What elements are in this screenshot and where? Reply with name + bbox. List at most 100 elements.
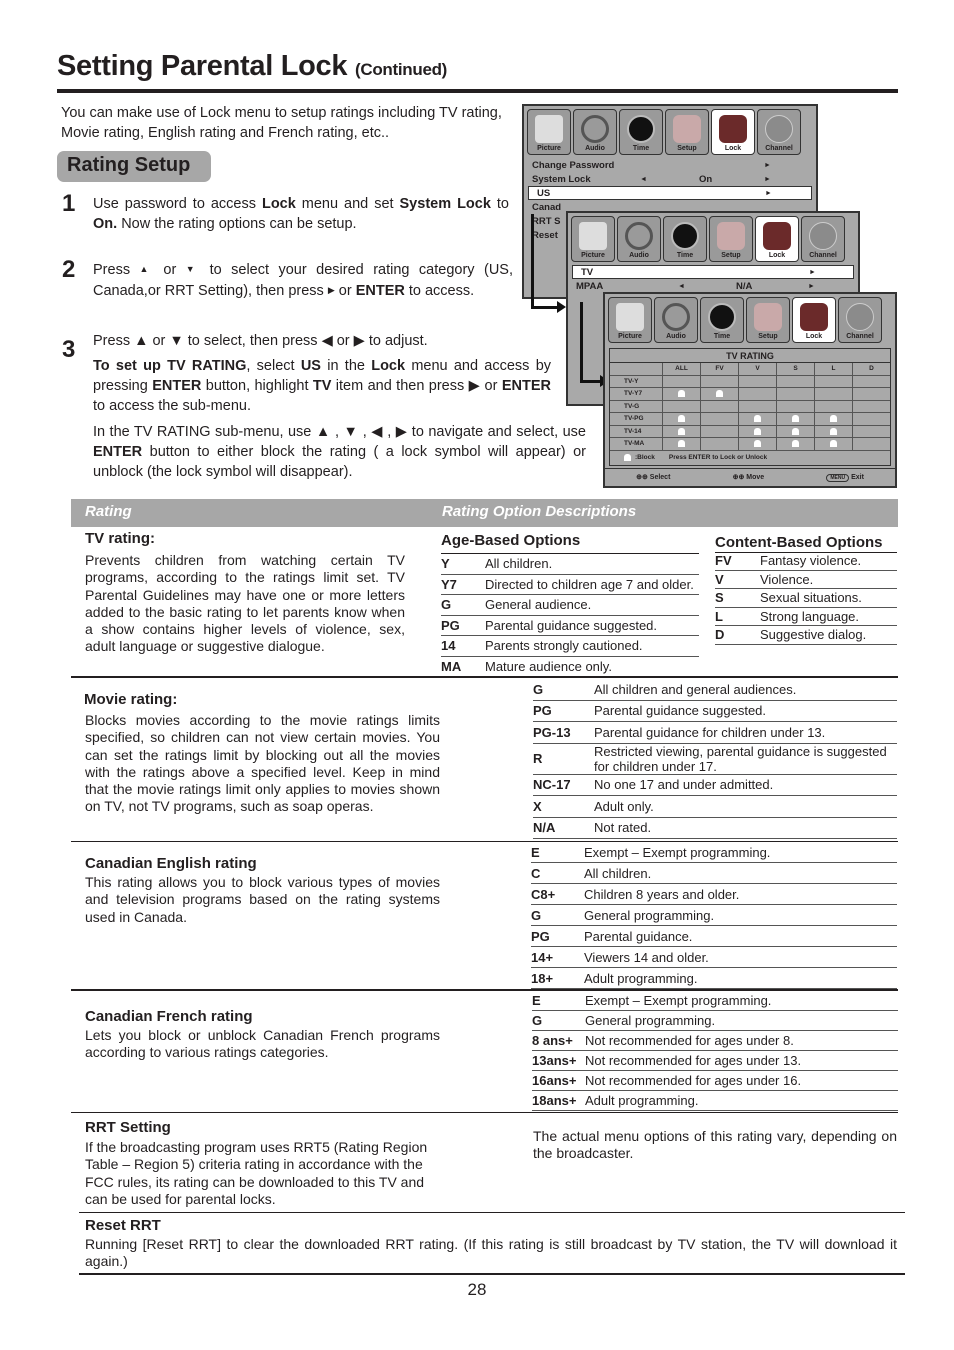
rating-cell[interactable] <box>814 388 852 400</box>
rating-cell[interactable] <box>700 388 738 400</box>
rating-cell[interactable] <box>852 375 890 387</box>
step-3-para-3: In the TV RATING sub-menu, use ▲ , ▼ , ◀… <box>93 422 586 482</box>
rating-cell[interactable] <box>776 438 814 450</box>
rating-cell[interactable] <box>852 400 890 412</box>
rating-cell[interactable] <box>662 400 700 412</box>
menu-item-mpaa[interactable]: MPAA ◄ N/A ► <box>568 279 858 293</box>
step-text: item and then press ▶ or <box>331 378 502 394</box>
picture-icon[interactable]: Picture <box>571 216 615 262</box>
footer-move: ⊕⊕ Move <box>733 473 765 481</box>
rating-cell[interactable] <box>814 400 852 412</box>
column-header: V <box>738 363 776 375</box>
time-icon[interactable]: Time <box>663 216 707 262</box>
rating-cell[interactable] <box>700 375 738 387</box>
rating-cell[interactable] <box>738 388 776 400</box>
audio-icon[interactable]: Audio <box>573 109 617 155</box>
menu-item-us[interactable]: US ► <box>528 186 812 200</box>
channel-icon[interactable]: Channel <box>801 216 845 262</box>
rating-option-row: 8 ans+ Not recommended for ages under 8. <box>532 1031 898 1051</box>
step-text: button, highlight <box>201 378 313 394</box>
corner-cell <box>610 363 662 375</box>
tv-rating-row: TV-Y <box>610 375 890 388</box>
rating-description: General programming. <box>584 907 715 923</box>
rating-cell[interactable] <box>814 413 852 425</box>
rating-cell[interactable] <box>662 413 700 425</box>
rating-cell[interactable] <box>700 400 738 412</box>
icon-label: Audio <box>585 145 605 152</box>
menu-item-system-lock[interactable]: System Lock ◄ On ► <box>524 172 816 186</box>
icon-label: Time <box>713 333 731 340</box>
content-based-heading: Content-Based Options <box>715 534 883 551</box>
rating-cell[interactable] <box>776 375 814 387</box>
rating-cell[interactable] <box>738 375 776 387</box>
rating-code: E <box>532 993 541 1008</box>
lock-icon <box>830 427 837 435</box>
menu-item-change-password[interactable]: Change Password ► <box>524 158 816 172</box>
footer-exit-label: Exit <box>851 473 864 481</box>
picture-icon[interactable]: Picture <box>608 297 652 343</box>
time-icon[interactable]: Time <box>700 297 744 343</box>
canadian-english-text: This rating allows you to block various … <box>85 874 440 925</box>
intro-text: You can make use of Lock menu to setup r… <box>61 105 502 141</box>
rating-option-row: 18+ Adult programming. <box>531 968 897 989</box>
setup-icon[interactable]: Setup <box>709 216 753 262</box>
lock-icon[interactable]: Lock <box>711 109 755 155</box>
rating-code: 14 <box>441 638 456 654</box>
channel-icon[interactable]: Channel <box>757 109 801 155</box>
rating-cell[interactable] <box>852 438 890 450</box>
rating-option-row: NC-17 No one 17 and under admitted. <box>533 775 897 796</box>
connector-line <box>580 302 583 382</box>
lock-icon <box>830 440 837 448</box>
channel-icon[interactable]: Channel <box>838 297 882 343</box>
rating-cell[interactable] <box>662 438 700 450</box>
rating-description: Children 8 years and older. <box>584 886 740 902</box>
menu-item-value: On <box>699 173 713 185</box>
lock-icon <box>678 390 685 398</box>
rating-cell[interactable] <box>738 438 776 450</box>
rating-cell[interactable] <box>738 425 776 437</box>
connector-line <box>531 214 534 308</box>
age-based-heading: Age-Based Options <box>441 532 581 549</box>
rating-cell[interactable] <box>776 413 814 425</box>
audio-icon[interactable]: Audio <box>654 297 698 343</box>
rating-cell[interactable] <box>814 438 852 450</box>
lock-icon[interactable]: Lock <box>755 216 799 262</box>
rating-cell[interactable] <box>662 388 700 400</box>
rating-cell[interactable] <box>700 438 738 450</box>
rating-description: All children. <box>584 865 652 881</box>
audio-icon[interactable]: Audio <box>617 216 661 262</box>
rating-cell[interactable] <box>700 425 738 437</box>
step-text: or <box>334 283 356 299</box>
rating-cell[interactable] <box>738 400 776 412</box>
canadian-english-list: E Exempt – Exempt programming. C All childr… <box>531 842 897 989</box>
rating-cell[interactable] <box>852 425 890 437</box>
setup-icon[interactable]: Setup <box>665 109 709 155</box>
lock-icon <box>830 415 837 423</box>
rating-cell[interactable] <box>776 425 814 437</box>
footer-select: ⊕⊕ Select <box>636 473 670 481</box>
rating-option-row: L Strong language. <box>715 608 897 626</box>
menu-item-tv[interactable]: TV ► <box>572 265 854 279</box>
rating-cell[interactable] <box>852 388 890 400</box>
tv-rating-body: ALL FV V S L D TV-Y TV-Y7 TV-G TV-PG TV-14 TV-MA <box>610 363 890 451</box>
menu-item-label: TV <box>581 266 594 278</box>
picture-icon[interactable]: Picture <box>527 109 571 155</box>
rating-cell[interactable] <box>776 388 814 400</box>
rating-cell[interactable] <box>662 375 700 387</box>
rating-cell[interactable] <box>700 413 738 425</box>
rating-cell[interactable] <box>738 413 776 425</box>
rating-code: Y <box>441 556 450 572</box>
column-header: ALL <box>662 363 700 375</box>
canadian-french-heading: Canadian French rating <box>85 1008 253 1025</box>
setup-icon[interactable]: Setup <box>746 297 790 343</box>
rating-cell[interactable] <box>662 425 700 437</box>
rating-code: 18+ <box>531 970 554 986</box>
icon-label: Channel <box>809 252 837 259</box>
rating-code: G <box>531 907 542 923</box>
rating-cell[interactable] <box>776 400 814 412</box>
time-icon[interactable]: Time <box>619 109 663 155</box>
rating-cell[interactable] <box>814 375 852 387</box>
rating-cell[interactable] <box>852 413 890 425</box>
rating-cell[interactable] <box>814 425 852 437</box>
lock-icon[interactable]: Lock <box>792 297 836 343</box>
